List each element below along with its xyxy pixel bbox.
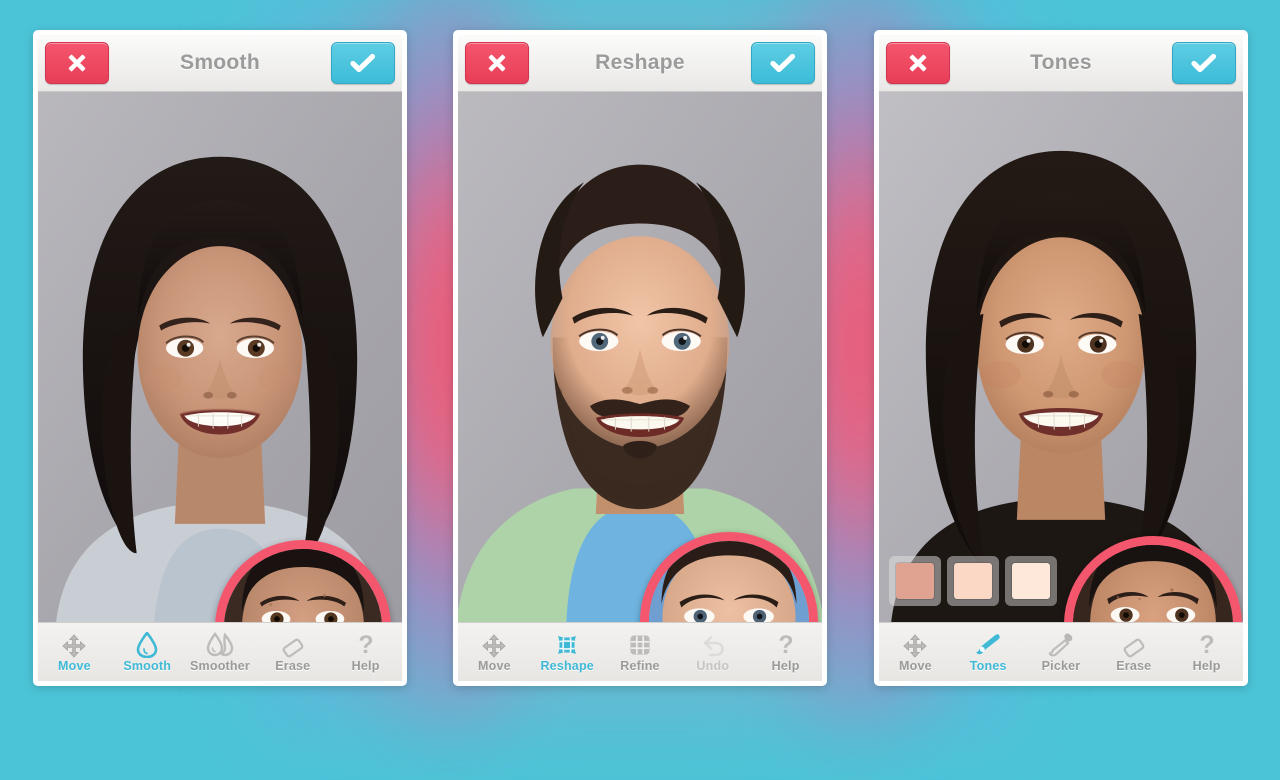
- magnifier-before-image: [224, 549, 382, 622]
- magnifier-before-image: [1073, 545, 1233, 622]
- question-mark-icon: ?: [357, 632, 375, 658]
- tone-swatch-color-3: [1012, 563, 1050, 599]
- svg-text:?: ?: [1199, 632, 1214, 658]
- undo-icon: [700, 632, 726, 658]
- eraser-icon: [281, 632, 305, 658]
- droplet-icon: [136, 631, 158, 658]
- move-arrows-icon: [482, 632, 507, 658]
- confirm-button[interactable]: [751, 42, 815, 84]
- editor-panel-tones: Tones Move Tones Picker Erase ? Help: [874, 30, 1248, 686]
- confirm-button[interactable]: [1172, 42, 1236, 84]
- move-arrows-icon: [903, 632, 928, 658]
- tool-label: Move: [58, 658, 91, 673]
- tone-swatch-tray: [889, 556, 1057, 606]
- tool-tones[interactable]: Tones: [952, 632, 1025, 673]
- brush-icon: [974, 632, 1002, 658]
- tool-label: Smoother: [190, 658, 250, 673]
- tool-picker[interactable]: Picker: [1025, 632, 1098, 673]
- close-x-icon: [488, 54, 506, 72]
- cancel-button[interactable]: [45, 42, 109, 84]
- warp-grid-icon: [554, 632, 580, 658]
- tone-swatch-1[interactable]: [889, 556, 941, 606]
- page-title: Reshape: [595, 51, 685, 74]
- tool-help[interactable]: ? Help: [749, 632, 822, 673]
- tool-help[interactable]: ? Help: [329, 632, 402, 673]
- panel-header: Smooth: [38, 35, 402, 92]
- cancel-button[interactable]: [886, 42, 950, 84]
- page-title: Tones: [1030, 51, 1092, 74]
- tool-erase[interactable]: Erase: [1097, 632, 1170, 673]
- tool-help[interactable]: ? Help: [1170, 632, 1243, 673]
- bottom-toolbar: Move Smooth Smoother Erase ? Help: [38, 622, 402, 681]
- double-droplet-icon: [205, 631, 235, 658]
- tool-label: Reshape: [540, 658, 594, 673]
- eraser-icon: [1122, 632, 1146, 658]
- tool-refine[interactable]: Refine: [604, 632, 677, 673]
- panel-header: Reshape: [458, 35, 822, 92]
- tool-undo[interactable]: Undo: [676, 632, 749, 673]
- checkmark-icon: [350, 53, 376, 73]
- tool-label: Help: [1192, 658, 1221, 673]
- close-x-icon: [909, 54, 927, 72]
- checkmark-icon: [770, 53, 796, 73]
- close-x-icon: [68, 54, 86, 72]
- tone-swatch-color-1: [896, 563, 934, 599]
- editor-panel-reshape: Reshape Move Reshape Refine Undo ? Help: [453, 30, 827, 686]
- editor-panel-smooth: Smooth Move Smooth Smoother Erase ? Help: [33, 30, 407, 686]
- tool-move[interactable]: Move: [458, 632, 531, 673]
- bottom-toolbar: Move Tones Picker Erase ? Help: [879, 622, 1243, 681]
- tool-move[interactable]: Move: [879, 632, 952, 673]
- tool-label: Erase: [275, 658, 311, 673]
- svg-text:?: ?: [358, 632, 373, 658]
- magnifier-before-image: [649, 541, 809, 622]
- page-title: Smooth: [180, 51, 260, 74]
- portrait-image: [38, 92, 402, 622]
- eyedropper-icon: [1047, 632, 1075, 658]
- tool-move[interactable]: Move: [38, 632, 111, 673]
- tool-smooth[interactable]: Smooth: [111, 631, 184, 673]
- tone-swatch-3[interactable]: [1005, 556, 1057, 606]
- tone-swatch-2[interactable]: [947, 556, 999, 606]
- magnifier-loupe[interactable]: [1064, 536, 1242, 622]
- checkmark-icon: [1191, 53, 1217, 73]
- tool-label: Move: [478, 658, 511, 673]
- tool-label: Tones: [969, 658, 1007, 673]
- refine-grid-icon: [627, 632, 653, 658]
- photo-canvas[interactable]: [879, 92, 1243, 622]
- question-mark-icon: ?: [777, 632, 795, 658]
- tool-label: Help: [351, 658, 380, 673]
- magnifier-loupe[interactable]: [640, 532, 818, 622]
- bottom-toolbar: Move Reshape Refine Undo ? Help: [458, 622, 822, 681]
- move-arrows-icon: [62, 632, 87, 658]
- confirm-button[interactable]: [331, 42, 395, 84]
- tool-label: Picker: [1041, 658, 1081, 673]
- photo-canvas[interactable]: [458, 92, 822, 622]
- tool-label: Move: [899, 658, 932, 673]
- tool-label: Help: [771, 658, 800, 673]
- tone-swatch-color-2: [954, 563, 992, 599]
- magnifier-loupe[interactable]: [215, 540, 391, 622]
- tool-smoother[interactable]: Smoother: [184, 631, 257, 673]
- svg-text:?: ?: [778, 632, 793, 658]
- panel-header: Tones: [879, 35, 1243, 92]
- tool-label: Refine: [620, 658, 660, 673]
- tool-label: Smooth: [123, 658, 172, 673]
- question-mark-icon: ?: [1198, 632, 1216, 658]
- cancel-button[interactable]: [465, 42, 529, 84]
- tool-label: Undo: [696, 658, 730, 673]
- photo-canvas[interactable]: [38, 92, 402, 622]
- tool-reshape[interactable]: Reshape: [531, 632, 604, 673]
- tool-label: Erase: [1116, 658, 1152, 673]
- tool-erase[interactable]: Erase: [256, 632, 329, 673]
